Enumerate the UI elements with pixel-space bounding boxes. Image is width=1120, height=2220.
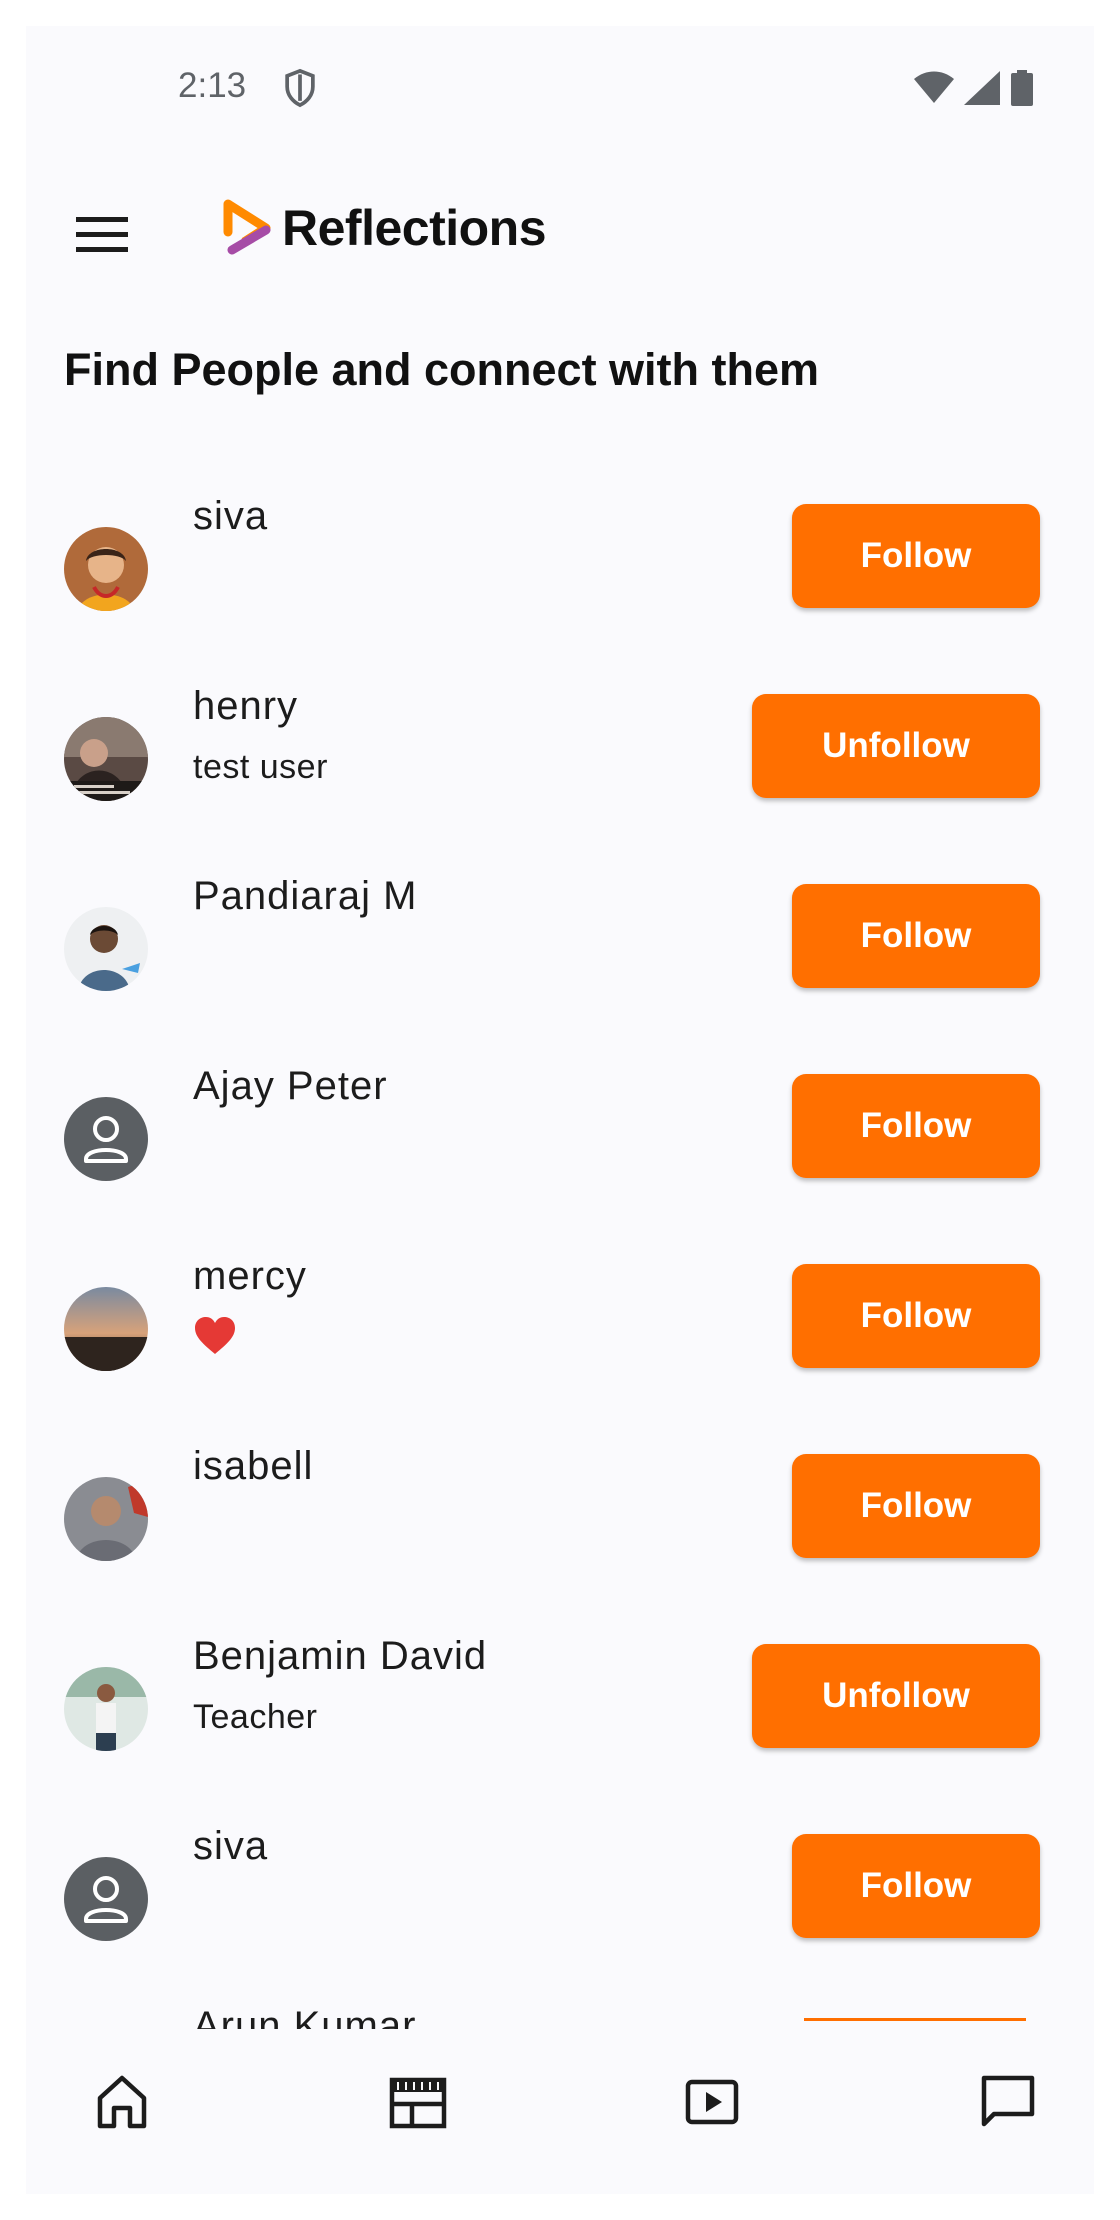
avatar	[64, 1477, 148, 1561]
wifi-icon	[914, 71, 954, 103]
page-heading: Find People and connect with them	[64, 344, 820, 395]
app-logo: Reflections	[222, 198, 547, 258]
unfollow-button[interactable]: Unfollow	[752, 1644, 1040, 1748]
list-item[interactable]: henry test user Unfollow	[26, 664, 1094, 854]
home-icon	[97, 2075, 147, 2129]
nav-feed[interactable]	[382, 2066, 454, 2138]
follow-button[interactable]: Follow	[792, 1074, 1040, 1178]
person-name: siva	[193, 494, 269, 538]
person-subtitle: Teacher	[193, 1698, 318, 1736]
person-name: Benjamin David	[193, 1634, 488, 1678]
app-screen: 2:13 Reflections Find People and connect…	[26, 26, 1094, 2194]
menu-icon	[76, 217, 128, 252]
nav-videos[interactable]	[676, 2066, 748, 2138]
avatar-placeholder	[64, 1097, 148, 1181]
list-item[interactable]: mercy Follow	[26, 1234, 1094, 1424]
follow-button-edge[interactable]	[804, 2018, 1026, 2021]
follow-button[interactable]: Follow	[792, 884, 1040, 988]
person-icon	[64, 1857, 148, 1941]
avatar	[64, 1667, 148, 1751]
person-name: isabell	[193, 1444, 314, 1488]
shield-icon	[285, 68, 315, 108]
status-time: 2:13	[178, 66, 247, 105]
person-name: henry	[193, 684, 299, 728]
list-item[interactable]: isabell Follow	[26, 1424, 1094, 1614]
person-icon	[64, 1097, 148, 1181]
unfollow-button[interactable]: Unfollow	[752, 694, 1040, 798]
person-name: Pandiaraj M	[193, 874, 418, 918]
list-item[interactable]: siva Follow	[26, 474, 1094, 664]
person-name: mercy	[193, 1254, 307, 1298]
follow-button[interactable]: Follow	[792, 504, 1040, 608]
person-subtitle: test user	[193, 748, 328, 786]
person-name: Ajay Peter	[193, 1064, 388, 1108]
follow-button[interactable]: Follow	[792, 1264, 1040, 1368]
menu-button[interactable]	[66, 198, 138, 270]
chat-icon	[981, 2075, 1035, 2127]
battery-icon	[1011, 70, 1033, 106]
avatar	[64, 527, 148, 611]
list-item[interactable]: Pandiaraj M Follow	[26, 854, 1094, 1044]
follow-button[interactable]: Follow	[792, 1834, 1040, 1938]
bottom-navigation	[26, 2030, 1094, 2194]
list-item[interactable]: siva Follow	[26, 1804, 1094, 1994]
list-item[interactable]: Arun Kumar	[26, 1994, 1094, 2029]
avatar	[64, 717, 148, 801]
video-icon	[685, 2079, 739, 2125]
nav-home[interactable]	[86, 2066, 158, 2138]
people-list: siva Follow henry test user Unfollow Pan…	[26, 474, 1094, 2029]
nav-chat[interactable]	[972, 2066, 1044, 2138]
signal-icon	[964, 71, 1000, 105]
app-bar: Reflections	[26, 176, 1094, 296]
play-logo-icon	[223, 199, 271, 255]
status-bar: 2:13	[26, 26, 1094, 146]
person-name: Arun Kumar	[193, 2004, 417, 2029]
app-title: Reflections	[282, 200, 547, 256]
avatar	[64, 907, 148, 991]
avatar-placeholder	[64, 1857, 148, 1941]
person-name: siva	[193, 1824, 269, 1868]
follow-button[interactable]: Follow	[792, 1454, 1040, 1558]
feed-icon	[389, 2077, 447, 2129]
avatar	[64, 1287, 148, 1371]
list-item[interactable]: Benjamin David Teacher Unfollow	[26, 1614, 1094, 1804]
list-item[interactable]: Ajay Peter Follow	[26, 1044, 1094, 1234]
heart-icon	[195, 1317, 235, 1354]
status-icons	[914, 70, 1034, 106]
